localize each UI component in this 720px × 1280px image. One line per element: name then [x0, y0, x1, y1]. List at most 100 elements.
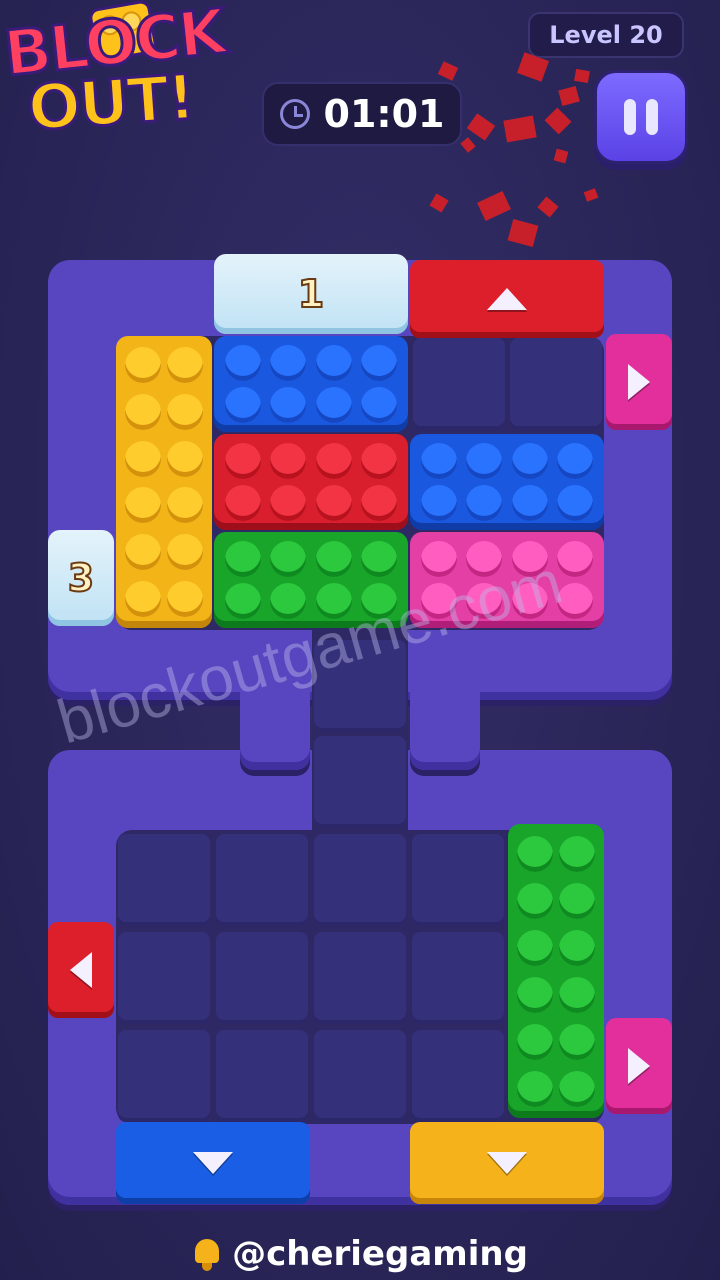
- yellow-gate-bottom: [410, 1122, 604, 1204]
- block-stud: [557, 443, 594, 479]
- block-stud: [559, 835, 595, 872]
- block-stud: [420, 541, 457, 577]
- block-stud: [361, 387, 398, 423]
- arrow-down-icon: [487, 1152, 527, 1174]
- block-stud: [557, 485, 594, 521]
- red-gate-top: [410, 260, 604, 338]
- creator-handle-text: @cheriegaming: [232, 1234, 528, 1274]
- grid-cell: [412, 932, 504, 1024]
- ice-block-1[interactable]: 1: [214, 254, 408, 334]
- grid-cell: [118, 932, 210, 1024]
- timer-value: 01:01: [323, 92, 445, 136]
- green-block-vertical[interactable]: [508, 824, 604, 1118]
- block-stud: [517, 1023, 553, 1060]
- block-stud: [125, 440, 161, 477]
- block-stud: [167, 347, 203, 384]
- block-stud: [361, 443, 398, 479]
- block-stud: [466, 485, 503, 521]
- blue-block[interactable]: [214, 336, 408, 432]
- block-stud: [270, 345, 307, 381]
- block-stud: [125, 487, 161, 524]
- grid-cell: [118, 1030, 210, 1122]
- grid-cell: [314, 834, 406, 926]
- grid-cell: [314, 736, 406, 828]
- pink-gate-right-top: [606, 334, 672, 430]
- block-stud: [270, 485, 307, 521]
- particle: [503, 115, 537, 143]
- block-stud: [315, 345, 352, 381]
- logo-text-out: OUT!: [24, 59, 197, 146]
- block-stud: [270, 443, 307, 479]
- ice-block-3[interactable]: 3: [48, 530, 114, 626]
- block-stud: [315, 387, 352, 423]
- block-stud: [511, 443, 548, 479]
- arrow-down-icon: [193, 1152, 233, 1174]
- grid-cell: [413, 338, 505, 430]
- block-stud: [224, 541, 261, 577]
- block-stud: [511, 485, 548, 521]
- block-studs: [508, 824, 604, 1118]
- grid-cell: [314, 1030, 406, 1122]
- arrow-right-icon: [628, 1048, 650, 1084]
- block-stud: [517, 1070, 553, 1107]
- particle: [477, 191, 511, 221]
- block-stud: [361, 345, 398, 381]
- block-stud: [420, 485, 457, 521]
- red-gate-left: [48, 922, 114, 1018]
- block-stud: [224, 387, 261, 423]
- block-stud: [125, 347, 161, 384]
- block-stud: [517, 976, 553, 1013]
- block-stud: [361, 541, 398, 577]
- block-stud: [167, 393, 203, 430]
- bell-icon: [192, 1237, 222, 1271]
- blue-gate-bottom: [116, 1122, 310, 1204]
- block-studs: [214, 336, 408, 432]
- red-block[interactable]: [214, 434, 408, 530]
- particle: [507, 219, 539, 247]
- block-stud: [557, 541, 594, 577]
- block-stud: [315, 485, 352, 521]
- block-stud: [270, 387, 307, 423]
- block-stud: [224, 345, 261, 381]
- block-studs: [116, 336, 212, 628]
- particle: [544, 107, 572, 135]
- grid-cell: [216, 932, 308, 1024]
- grid-cell: [510, 338, 602, 430]
- block-stud: [559, 1070, 595, 1107]
- ice-block-count: 3: [67, 555, 95, 601]
- pause-button[interactable]: [594, 70, 688, 164]
- block-stud: [517, 835, 553, 872]
- pink-gate-right-bottom: [606, 1018, 672, 1114]
- clock-icon: [279, 99, 310, 129]
- block-stud: [224, 485, 261, 521]
- blue-block[interactable]: [410, 434, 604, 530]
- block-stud: [125, 580, 161, 617]
- block-stud: [270, 541, 307, 577]
- grid-cell: [216, 1030, 308, 1122]
- pause-icon: [624, 99, 636, 135]
- block-stud: [559, 976, 595, 1013]
- block-stud: [167, 440, 203, 477]
- board-frame-connector-right: [410, 640, 480, 770]
- creator-handle: @cheriegaming: [0, 1230, 720, 1278]
- grid-cell: [216, 834, 308, 926]
- grid-cell: [118, 834, 210, 926]
- particle: [437, 61, 459, 81]
- game-logo: BLOCK OUT!: [0, 0, 260, 150]
- particle: [583, 188, 599, 202]
- block-stud: [517, 929, 553, 966]
- block-stud: [167, 580, 203, 617]
- timer: 01:01: [262, 82, 462, 146]
- particle: [466, 113, 496, 141]
- particle: [460, 137, 476, 153]
- ice-block-count: 1: [297, 271, 325, 317]
- arrow-right-icon: [628, 364, 650, 400]
- block-stud: [270, 583, 307, 619]
- level-indicator: Level 20: [528, 12, 684, 58]
- block-stud: [125, 533, 161, 570]
- block-stud: [125, 393, 161, 430]
- grid-cell: [314, 932, 406, 1024]
- arrow-up-icon: [487, 288, 527, 310]
- yellow-block[interactable]: [116, 336, 212, 628]
- block-studs: [214, 434, 408, 530]
